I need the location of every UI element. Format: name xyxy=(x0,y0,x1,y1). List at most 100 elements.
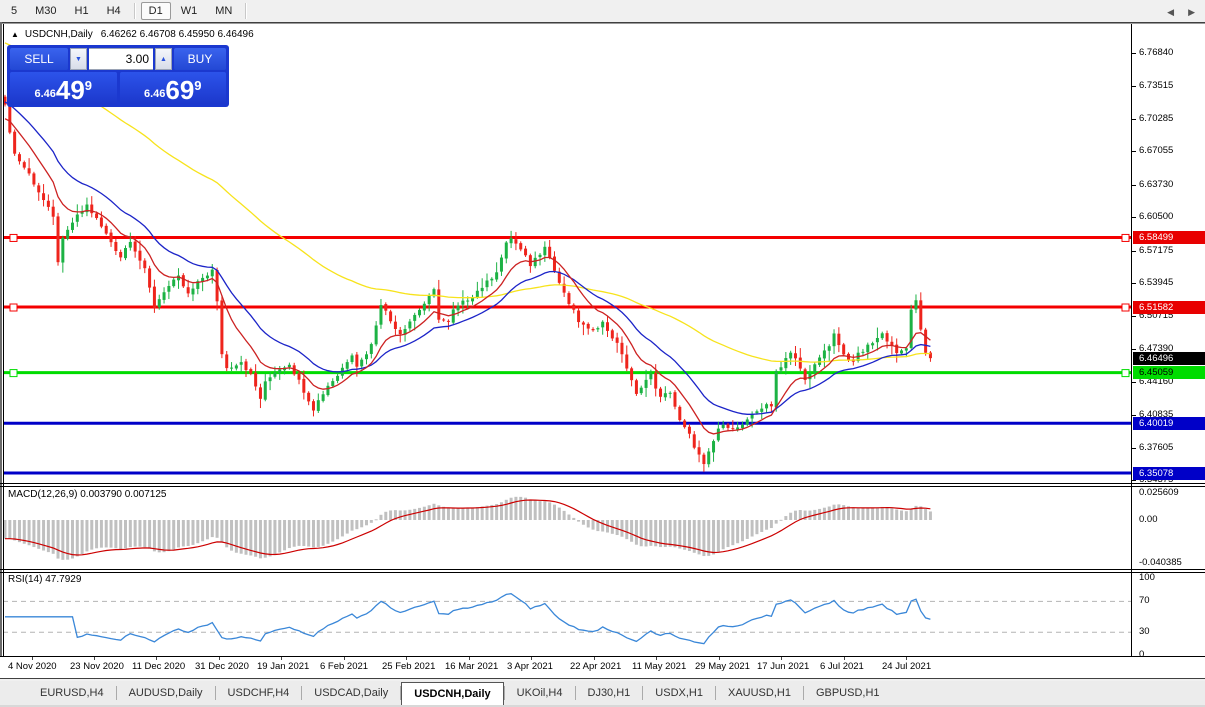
price-axis-label: 6.63730 xyxy=(1139,179,1173,190)
candle-body xyxy=(466,301,469,302)
date-tick xyxy=(344,657,345,660)
candle-body xyxy=(698,447,701,454)
date-tick xyxy=(531,657,532,660)
candle-body xyxy=(635,380,638,394)
candle-body xyxy=(876,338,879,342)
macd-histogram-bar xyxy=(669,520,672,547)
macd-histogram-bar xyxy=(582,520,585,525)
tab-usdcnh[interactable]: USDCNH,Daily xyxy=(401,682,503,705)
tab-usdchf[interactable]: USDCHF,H4 xyxy=(216,681,302,705)
candle-body xyxy=(273,373,276,377)
tab-usdx[interactable]: USDX,H1 xyxy=(643,681,715,705)
level-handle[interactable] xyxy=(1122,304,1129,311)
macd-histogram-bar xyxy=(220,520,223,543)
tab-dj30[interactable]: DJ30,H1 xyxy=(576,681,643,705)
candle-body xyxy=(360,360,363,367)
macd-splitter-bottom[interactable] xyxy=(0,486,1205,487)
price-level-lines[interactable] xyxy=(3,234,1131,473)
candle-body xyxy=(172,280,175,287)
date-axis[interactable]: 4 Nov 202023 Nov 202011 Dec 202031 Dec 2… xyxy=(0,657,1205,678)
macd-histogram-bar xyxy=(191,520,194,545)
buy-button[interactable]: BUY xyxy=(174,48,226,70)
candle-body xyxy=(452,309,455,322)
candle-body xyxy=(567,293,570,304)
candle-body xyxy=(866,345,869,353)
date-tick xyxy=(156,657,157,660)
rsi-splitter-top[interactable] xyxy=(0,569,1205,570)
tab-ukoil[interactable]: UKOil,H4 xyxy=(505,681,575,705)
candle-body xyxy=(163,292,166,300)
candle-body xyxy=(886,333,889,341)
price-axis-tick xyxy=(1132,185,1136,186)
price-axis-label: 6.70285 xyxy=(1139,113,1173,124)
macd-histogram-bar xyxy=(601,520,604,532)
macd-histogram-bar xyxy=(413,509,416,520)
tab-xauusd[interactable]: XAUUSD,H1 xyxy=(716,681,803,705)
macd-histogram-bar xyxy=(90,520,93,550)
candle-body xyxy=(119,252,122,257)
macd-histogram-bar xyxy=(240,520,243,554)
macd-histogram-bar xyxy=(640,520,643,546)
macd-histogram-bar xyxy=(794,511,797,520)
chart-symbol-label: USDCNH,Daily xyxy=(25,29,93,40)
macd-histogram-bar xyxy=(775,520,778,524)
candle-body xyxy=(235,365,238,368)
level-handle[interactable] xyxy=(10,304,17,311)
candle-body xyxy=(476,291,479,297)
macd-histogram-bar xyxy=(572,518,575,520)
level-handle[interactable] xyxy=(1122,234,1129,241)
date-label: 22 Apr 2021 xyxy=(570,661,621,672)
sell-button[interactable]: SELL xyxy=(10,48,68,70)
sell-price-box[interactable]: 6.46499 xyxy=(10,72,117,104)
tab-audusd[interactable]: AUDUSD,Daily xyxy=(117,681,215,705)
collapse-one-click-icon[interactable]: ▲ xyxy=(11,30,19,39)
tab-gbpusd[interactable]: GBPUSD,H1 xyxy=(804,681,892,705)
tab-usdcad[interactable]: USDCAD,Daily xyxy=(302,681,400,705)
macd-histogram-bar xyxy=(828,507,831,520)
candle-body xyxy=(100,218,103,227)
macd-histogram-bar xyxy=(114,520,117,548)
buy-price-main: 69 xyxy=(165,77,194,103)
macd-histogram-bar xyxy=(211,520,214,537)
buy-price-box[interactable]: 6.46699 xyxy=(120,72,227,104)
rsi-indicator xyxy=(3,594,1131,644)
tab-eurusd[interactable]: EURUSD,H4 xyxy=(28,681,116,705)
candle-body xyxy=(211,270,214,277)
level-handle[interactable] xyxy=(1122,370,1129,377)
candle-body xyxy=(351,355,354,362)
macd-histogram-bar xyxy=(476,507,479,520)
price-badge-6.51582: 6.51582 xyxy=(1133,301,1205,314)
candle-body xyxy=(760,409,763,412)
price-axis-tick xyxy=(1132,316,1136,317)
rsi-label: RSI(14) 47.7929 xyxy=(8,574,81,585)
macd-splitter-top[interactable] xyxy=(0,483,1205,484)
level-handle[interactable] xyxy=(10,234,17,241)
candle-body xyxy=(52,207,55,217)
volume-input[interactable] xyxy=(89,48,153,70)
date-tick xyxy=(94,657,95,660)
candle-body xyxy=(418,310,421,315)
volume-decrease-button[interactable]: ▼ xyxy=(70,48,87,70)
macd-histogram-bar xyxy=(269,520,272,556)
candle-body xyxy=(394,322,397,329)
candle-body xyxy=(105,226,108,234)
date-tick xyxy=(594,657,595,660)
date-tick xyxy=(656,657,657,660)
candle-body xyxy=(408,322,411,329)
macd-histogram-bar xyxy=(360,520,363,527)
candle-body xyxy=(28,168,31,173)
candle-body xyxy=(384,304,387,311)
candle-body xyxy=(775,371,778,407)
candle-body xyxy=(206,276,209,279)
rsi-splitter-bottom[interactable] xyxy=(0,572,1205,573)
macd-histogram-bar xyxy=(379,515,382,520)
macd-histogram-bar xyxy=(688,520,691,551)
price-axis-label: 6.37605 xyxy=(1139,442,1173,453)
tab-scroll-left-icon[interactable]: ◀ xyxy=(1167,7,1174,18)
candle-body xyxy=(702,455,705,464)
date-tick xyxy=(281,657,282,660)
tab-scroll-right-icon[interactable]: ▶ xyxy=(1188,7,1195,18)
sell-price-prefix: 6.46 xyxy=(34,88,55,100)
volume-increase-button[interactable]: ▲ xyxy=(155,48,172,70)
level-handle[interactable] xyxy=(10,370,17,377)
